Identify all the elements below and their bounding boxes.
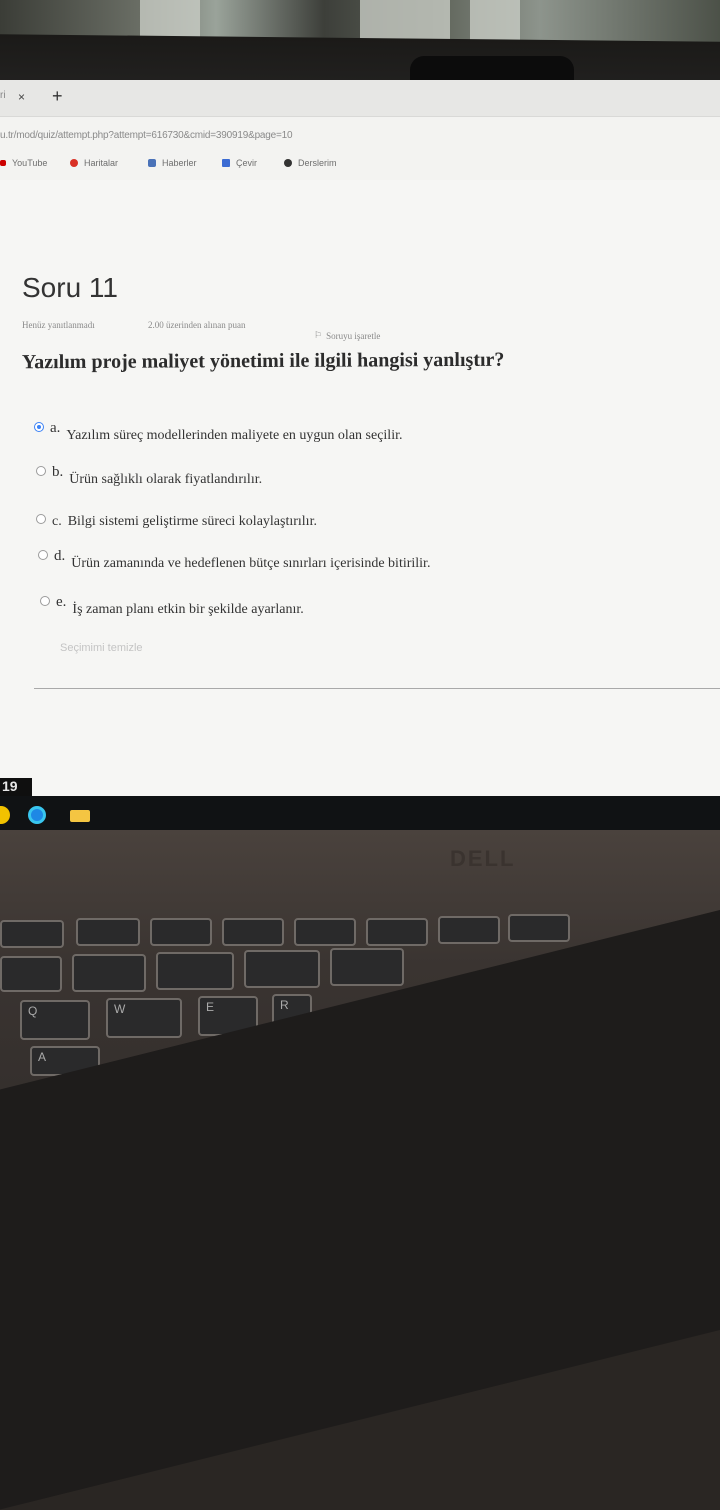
answer-option-e[interactable]: e. İş zaman planı etkin bir şekilde ayar… (40, 594, 304, 618)
bookmark-label: Derslerim (298, 158, 337, 168)
question-text: Yazılım proje maliyet yönetimi ile ilgil… (21, 348, 505, 374)
flag-question-link[interactable]: ⚐ Soruyu işaretle (314, 330, 380, 341)
option-text[interactable]: Ürün sağlıklı olarak fiyatlandırılır. (69, 472, 262, 488)
background-window (360, 0, 450, 40)
divider (34, 688, 720, 689)
answer-option-c[interactable]: c. Bilgi sistemi geliştirme süreci kolay… (36, 514, 317, 530)
news-icon (148, 159, 156, 167)
radio-button[interactable] (36, 514, 46, 524)
file-explorer-icon[interactable] (70, 810, 90, 822)
keyboard-key (72, 954, 146, 992)
radio-button[interactable] (34, 422, 44, 432)
option-letter: a. (50, 420, 61, 436)
keyboard-key (366, 918, 428, 946)
keyboard-key (508, 914, 570, 942)
radio-button[interactable] (40, 596, 50, 606)
laptop-brand-logo: DELL (450, 846, 516, 871)
question-points: 2.00 üzerinden alınan puan (148, 320, 246, 330)
edge-icon[interactable] (28, 806, 46, 824)
option-letter: c. (52, 514, 62, 529)
keyboard-key (294, 918, 356, 946)
question-title: Soru 11 (22, 272, 118, 303)
option-text[interactable]: İş zaman planı etkin bir şekilde ayarlan… (72, 602, 303, 618)
clear-choice-link[interactable]: Seçimimi temizle (60, 642, 143, 654)
windows-taskbar (0, 796, 720, 830)
bookmark-label: Haritalar (84, 158, 119, 168)
option-letter: b. (52, 464, 64, 480)
keyboard-key (156, 952, 234, 990)
answer-option-a[interactable]: a. Yazılım süreç modellerinden maliyete … (34, 420, 402, 444)
bookmark-derslerim[interactable]: Derslerim (284, 158, 337, 168)
quiz-page: Soru 11 Henüz yanıtlanmadı 2.00 üzerinde… (0, 180, 720, 800)
close-tab-icon[interactable]: × (18, 90, 25, 104)
question-info: Henüz yanıtlanmadı 2.00 üzerinden alınan… (22, 320, 380, 341)
radio-button[interactable] (38, 550, 48, 560)
key-w: W (106, 998, 182, 1038)
bookmark-label: Haberler (162, 158, 197, 168)
radio-button[interactable] (36, 466, 46, 476)
bookmark-youtube[interactable]: YouTube (0, 158, 47, 168)
globe-icon (284, 159, 292, 167)
keyboard-key (222, 918, 284, 946)
browser-tab-strip: ri × + (0, 80, 720, 117)
bookmark-cevir[interactable]: Çevir (222, 158, 257, 168)
answer-option-b[interactable]: b. Ürün sağlıklı olarak fiyatlandırılır. (36, 464, 262, 488)
bookmark-haritalar[interactable]: Haritalar (70, 158, 118, 168)
keyboard-key (330, 948, 404, 986)
flag-icon: ⚐ (314, 330, 323, 340)
option-text[interactable]: Ürün zamanında ve hedeflenen bütçe sınır… (71, 556, 430, 572)
background-window (140, 0, 200, 40)
flag-label: Soruyu işaretle (326, 330, 381, 341)
translate-icon (222, 159, 230, 167)
address-bar[interactable]: u.tr/mod/quiz/attempt.php?attempt=616730… (0, 124, 720, 146)
keyboard-key (244, 950, 320, 988)
question-status: Henüz yanıtlanmadı (22, 320, 95, 330)
laptop-screen: ri × + u.tr/mod/quiz/attempt.php?attempt… (0, 80, 720, 800)
bookmark-haberler[interactable]: Haberler (148, 158, 197, 168)
address-url[interactable]: u.tr/mod/quiz/attempt.php?attempt=616730… (0, 130, 293, 141)
keyboard-key (0, 920, 64, 948)
youtube-icon (0, 160, 6, 166)
option-letter: d. (54, 548, 66, 564)
key-q: Q (20, 1000, 90, 1040)
keyboard-key (76, 918, 140, 946)
option-letter: e. (56, 594, 67, 610)
keyboard-key (0, 956, 62, 992)
new-tab-button[interactable]: + (52, 86, 63, 107)
option-text[interactable]: Yazılım süreç modellerinden maliyete en … (66, 428, 402, 444)
tab-title[interactable]: ri (0, 90, 6, 101)
keyboard-key (438, 916, 500, 944)
bookmark-label: YouTube (12, 158, 48, 168)
background-window (470, 0, 520, 40)
bookmark-label: Çevir (236, 158, 258, 168)
answer-option-d[interactable]: d. Ürün zamanında ve hedeflenen bütçe sı… (38, 548, 430, 572)
bookmarks-bar: YouTube Haritalar Haberler Çevir Dersler… (0, 152, 720, 176)
maps-pin-icon (70, 159, 78, 167)
option-text[interactable]: Bilgi sistemi geliştirme süreci kolaylaş… (68, 514, 317, 530)
keyboard-key (150, 918, 212, 946)
